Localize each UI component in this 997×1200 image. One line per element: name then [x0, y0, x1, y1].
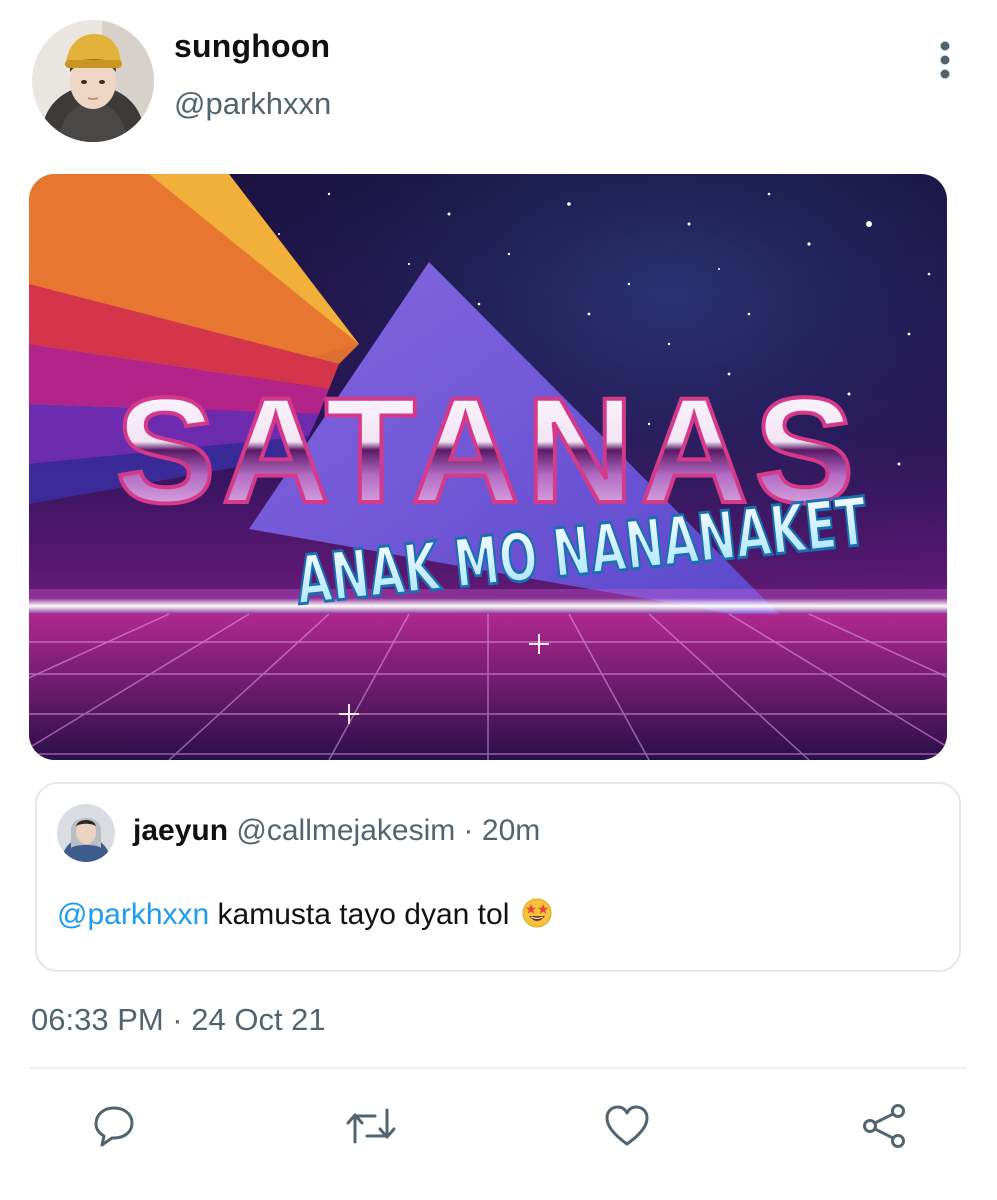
quoted-author-name[interactable]: jaeyun	[133, 814, 228, 847]
tweet-media-image[interactable]: SATANAS ANAK MO NANANAKET	[29, 174, 947, 760]
quoted-author-meta: @callmejakesim · 20m	[236, 814, 541, 847]
reply-icon[interactable]	[90, 1102, 138, 1150]
heart-icon[interactable]	[603, 1102, 651, 1150]
author-avatar[interactable]	[32, 20, 154, 142]
divider	[29, 1067, 967, 1069]
quoted-author-avatar[interactable]	[57, 804, 115, 862]
share-icon[interactable]	[860, 1102, 908, 1150]
quoted-tweet-header: jaeyun @callmejakesim · 20m	[133, 814, 540, 848]
star-struck-emoji-icon	[522, 898, 552, 936]
tweet-timestamp[interactable]: 06:33 PM · 24 Oct 21	[31, 1002, 326, 1038]
author-display-name[interactable]: sunghoon	[174, 28, 330, 65]
quoted-tweet-text: @parkhxxn kamusta tayo dyan tol	[57, 898, 552, 936]
retweet-icon[interactable]	[345, 1102, 396, 1150]
more-options-icon[interactable]	[925, 40, 965, 84]
mention-link[interactable]: @parkhxxn	[57, 898, 209, 931]
quoted-tweet-body: kamusta tayo dyan tol	[217, 898, 510, 931]
author-handle[interactable]: @parkhxxn	[174, 86, 331, 122]
quoted-tweet-card[interactable]: jaeyun @callmejakesim · 20m @parkhxxn ka…	[35, 782, 961, 972]
